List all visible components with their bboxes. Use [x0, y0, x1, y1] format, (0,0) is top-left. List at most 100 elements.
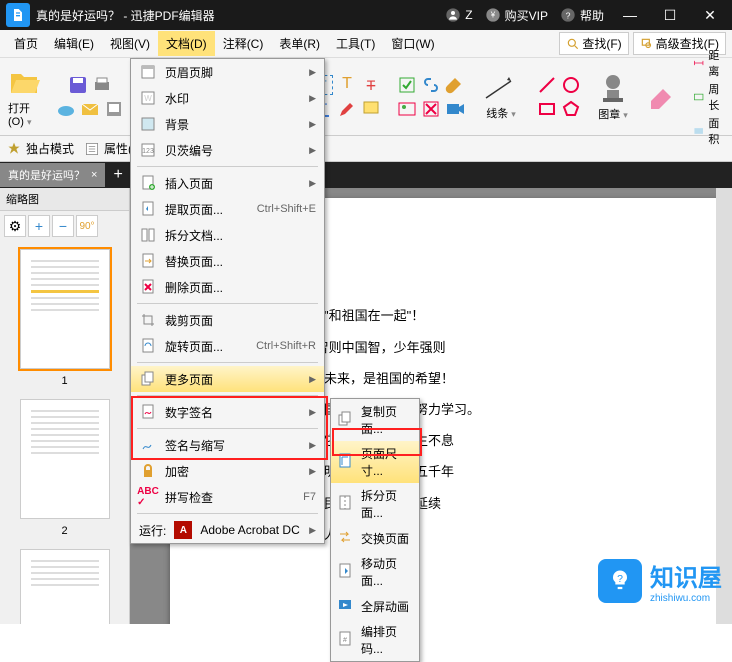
print-icon[interactable] — [92, 75, 112, 95]
submenu-split-page[interactable]: 拆分页面... — [331, 483, 419, 525]
pencil-icon[interactable] — [337, 99, 357, 119]
strikeout-icon[interactable]: T — [361, 75, 381, 95]
exclusive-mode[interactable]: 独占模式 — [6, 140, 74, 157]
thumb-zoomin-icon[interactable]: + — [28, 215, 50, 237]
menu-edit[interactable]: 编辑(E) — [46, 31, 102, 56]
menu-background[interactable]: 背景▶ — [131, 111, 324, 137]
thumbnail-header: 缩略图 — [0, 188, 129, 211]
thumb-num-1: 1 — [8, 375, 121, 387]
circle-shape-icon[interactable] — [561, 75, 581, 95]
ribbon-toolbar: 打开(O) ▾ 编辑表单 T T T — [0, 58, 732, 136]
svg-text:?: ? — [617, 573, 623, 585]
submenu-fullscreen[interactable]: 全屏动画 — [331, 593, 419, 619]
submenu-move-page[interactable]: 移动页面... — [331, 551, 419, 593]
second-toolbar: 独占模式 属性(P)... — [0, 136, 732, 162]
menu-replace-page[interactable]: 替换页面... — [131, 248, 324, 274]
menu-insert-page[interactable]: 插入页面▶ — [131, 170, 324, 196]
area-icon[interactable] — [693, 125, 704, 137]
menu-digital-sign[interactable]: 数字签名▶ — [131, 399, 324, 425]
line-label: 线条 — [486, 108, 508, 120]
video-icon[interactable] — [445, 99, 465, 119]
menu-comment[interactable]: 注释(C) — [215, 31, 272, 56]
svg-text:123: 123 — [142, 148, 154, 155]
thumbnail-page-1[interactable] — [20, 249, 110, 369]
tab-add-button[interactable]: + — [105, 166, 130, 184]
document-menu: 页眉页脚▶ W水印▶ 背景▶ 123贝茨编号▶ 插入页面▶ 提取页面...Ctr… — [130, 58, 325, 544]
open-icon[interactable] — [8, 66, 40, 98]
polygon-shape-icon[interactable] — [561, 99, 581, 119]
menu-extract-page[interactable]: 提取页面...Ctrl+Shift+E — [131, 196, 324, 222]
thumbnail-page-3[interactable] — [20, 549, 110, 624]
menu-encrypt[interactable]: 加密▶ — [131, 458, 324, 484]
thumb-settings-icon[interactable]: ⚙ — [4, 215, 26, 237]
link-icon[interactable] — [421, 75, 441, 95]
menu-document[interactable]: 文档(D) — [158, 31, 215, 56]
help-link[interactable]: ?帮助 — [560, 7, 604, 24]
arrow-tool-icon[interactable] — [481, 73, 521, 103]
menu-home[interactable]: 首页 — [6, 31, 46, 56]
menu-header-footer[interactable]: 页眉页脚▶ — [131, 59, 324, 85]
menu-rotate-page[interactable]: 旋转页面...Ctrl+Shift+R — [131, 333, 324, 359]
maximize-button[interactable]: ☐ — [656, 7, 684, 24]
tab-close-icon[interactable]: × — [91, 169, 97, 181]
checkbox-icon[interactable] — [397, 75, 417, 95]
highlight-tool-icon[interactable]: T — [337, 75, 357, 95]
watermark-icon: ? — [598, 559, 642, 603]
menu-delete-page[interactable]: 删除页面... — [131, 274, 324, 300]
menu-more-pages[interactable]: 更多页面▶ — [131, 366, 324, 392]
eraser-icon[interactable] — [645, 81, 677, 113]
thumbnail-page-2[interactable] — [20, 399, 110, 519]
svg-text:W: W — [144, 94, 152, 103]
stamp-icon[interactable] — [597, 72, 629, 104]
watermark-logo: ? 知识屋 zhishiwu.com — [598, 558, 722, 604]
submenu-swap-page[interactable]: 交换页面 — [331, 525, 419, 551]
find-button[interactable]: 查找(F) — [559, 32, 628, 55]
crossout-icon[interactable] — [421, 99, 441, 119]
window-title: 真的是好运吗？ - 迅捷PDF编辑器 — [36, 7, 445, 24]
thumb-zoomout-icon[interactable]: − — [52, 215, 74, 237]
menu-crop-page[interactable]: 裁剪页面 — [131, 307, 324, 333]
submenu-renumber[interactable]: #编排页码... — [331, 619, 419, 661]
menu-watermark[interactable]: W水印▶ — [131, 85, 324, 111]
mail-icon[interactable] — [80, 99, 100, 119]
minimize-button[interactable]: — — [616, 7, 644, 23]
submenu-page-size[interactable]: 页面尺寸... — [331, 441, 419, 483]
save-icon[interactable] — [68, 75, 88, 95]
document-tabs: 真的是好运吗？× + — [0, 162, 732, 188]
title-bar: 真的是好运吗？ - 迅捷PDF编辑器 Z ¥购买VIP ?帮助 — ☐ ✕ — [0, 0, 732, 30]
svg-text:¥: ¥ — [489, 11, 495, 20]
thumbnail-tools: ⚙ + − 90° — [0, 211, 129, 241]
thumb-rotate-icon[interactable]: 90° — [76, 215, 98, 237]
cloud-icon[interactable] — [56, 99, 76, 119]
thumb-num-2: 2 — [8, 525, 121, 537]
perimeter-icon[interactable] — [693, 91, 704, 103]
app-icon — [6, 3, 30, 27]
stamp-label: 图章 — [598, 109, 620, 121]
menu-window[interactable]: 窗口(W) — [383, 31, 442, 56]
user-icon[interactable]: Z — [445, 7, 472, 23]
note-icon[interactable] — [361, 99, 381, 119]
buy-vip[interactable]: ¥购买VIP — [485, 7, 548, 24]
scan-icon[interactable] — [104, 99, 124, 119]
rect-shape-icon[interactable] — [537, 99, 557, 119]
attach-icon[interactable] — [445, 75, 465, 95]
menu-bates[interactable]: 123贝茨编号▶ — [131, 137, 324, 163]
menu-sign-initials[interactable]: 签名与缩写▶ — [131, 432, 324, 458]
image-tool-icon[interactable] — [397, 99, 417, 119]
document-tab[interactable]: 真的是好运吗？× — [0, 163, 105, 187]
menu-split-doc[interactable]: 拆分文档... — [131, 222, 324, 248]
menu-form[interactable]: 表单(R) — [271, 31, 328, 56]
distance-icon[interactable] — [693, 57, 704, 69]
svg-text:#: # — [343, 637, 347, 644]
open-label: 打开(O) ▾ — [8, 100, 40, 128]
menu-run-adobe[interactable]: 运行:AAdobe Acrobat DC▶ — [131, 517, 324, 543]
svg-text:?: ? — [566, 10, 571, 20]
menu-view[interactable]: 视图(V) — [102, 31, 158, 56]
menu-tools[interactable]: 工具(T) — [328, 31, 383, 56]
submenu-copy-page[interactable]: 复制页面... — [331, 399, 419, 441]
watermark-brand: 知识屋 — [650, 558, 722, 593]
menu-spellcheck[interactable]: ABC✓拼写检查F7 — [131, 484, 324, 510]
line-shape-icon[interactable] — [537, 75, 557, 95]
menu-bar: 首页 编辑(E) 视图(V) 文档(D) 注释(C) 表单(R) 工具(T) 窗… — [0, 30, 732, 58]
close-button[interactable]: ✕ — [696, 7, 724, 24]
